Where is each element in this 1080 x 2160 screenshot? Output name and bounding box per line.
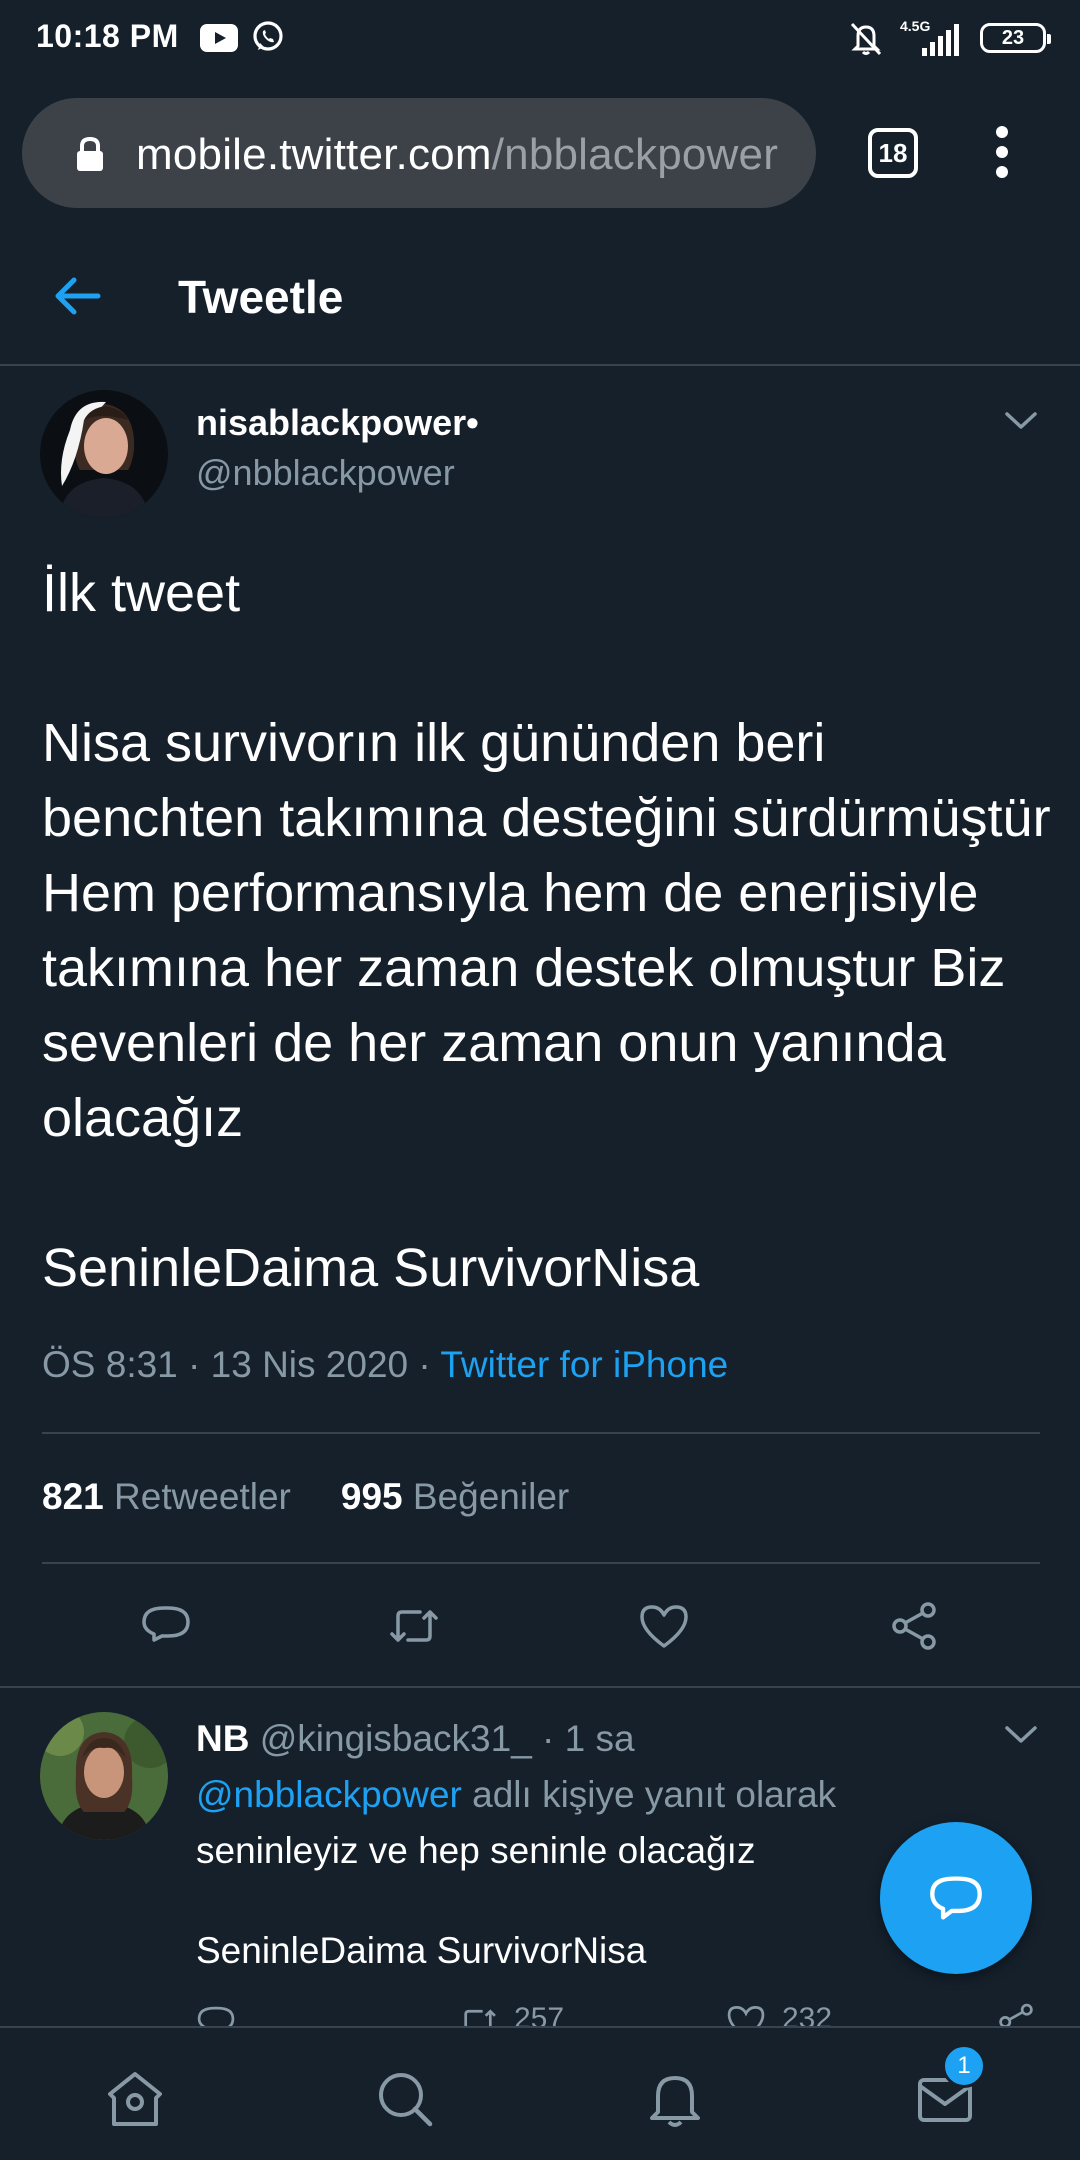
reply-retweet-count: 257: [514, 2002, 565, 2028]
messages-badge: 1: [942, 2044, 986, 2088]
divider: [0, 1686, 1080, 1688]
tab-switcher-button[interactable]: 18: [868, 128, 918, 178]
reply-like-count: 232: [782, 2002, 833, 2028]
divider: [42, 1562, 1040, 1564]
more-menu-icon[interactable]: [984, 124, 1020, 180]
status-icons: 4.5G 23: [846, 16, 1051, 60]
whatsapp-icon: [253, 21, 283, 51]
lock-icon: [77, 136, 103, 171]
reply-icon: [197, 2006, 235, 2028]
status-bar: 10:18 PM 4.5G 23: [0, 0, 1080, 76]
avatar-image: [40, 1712, 168, 1840]
replying-to: @nbblackpower adlı kişiye yanıt olarak: [196, 1774, 836, 1816]
page-header: Tweetle: [0, 226, 1080, 366]
tweet-stats: 821 Retweetler 995 Beğeniler: [42, 1476, 569, 1518]
author-handle[interactable]: @nbblackpower: [196, 452, 455, 494]
like-label: Beğeniler: [412, 1476, 570, 1517]
reply-actions: 257 232: [196, 2002, 1056, 2028]
bottom-nav: [0, 2026, 1080, 2160]
like-icon[interactable]: [638, 1600, 690, 1652]
page-title: Tweetle: [178, 271, 344, 323]
battery-level: 23: [1001, 26, 1025, 49]
status-time: 10:18 PM: [36, 18, 179, 54]
reply-to-suffix: adlı kişiye yanıt olarak: [461, 1774, 837, 1815]
youtube-icon: [200, 24, 238, 52]
notifications-icon[interactable]: [644, 2068, 706, 2130]
bell-off-icon: [850, 22, 882, 56]
retweet-label: Retweetler: [114, 1476, 291, 1517]
tweet-timestamp: ÖS 8:31 · 13 Nis 2020 · Twitter for iPho…: [42, 1344, 728, 1386]
reply-reply-action[interactable]: [196, 2002, 236, 2028]
compose-bubble-icon: [930, 1876, 982, 1920]
like-icon: [727, 2006, 765, 2028]
signal-icon: 4.5G: [900, 18, 966, 58]
avatar-image: [40, 390, 168, 518]
back-arrow-icon[interactable]: [52, 274, 102, 318]
tab-count: 18: [878, 137, 908, 168]
url-text[interactable]: mobile.twitter.com/nbblackpower: [136, 130, 808, 180]
url-path: /nbblackpower: [491, 130, 779, 179]
reply-retweet-action[interactable]: 257: [458, 2002, 564, 2028]
compose-tweet-button[interactable]: [880, 1822, 1032, 1974]
retweet-count: 821: [42, 1476, 104, 1517]
reply-avatar[interactable]: [40, 1712, 168, 1840]
battery-icon: 23: [980, 23, 1051, 53]
tweet-source-link[interactable]: Twitter for iPhone: [440, 1344, 728, 1385]
share-icon: [999, 2003, 1033, 2028]
search-icon[interactable]: [374, 2068, 436, 2130]
reply-author-name[interactable]: NB: [196, 1718, 249, 1759]
chevron-down-icon[interactable]: [1004, 1724, 1038, 1746]
reply-header: NB @kingisback31_ · 1 sa: [196, 1718, 635, 1760]
retweet-icon: [461, 2009, 496, 2028]
reply-like-action[interactable]: 232: [726, 2002, 832, 2028]
author-name[interactable]: nisablackpower•: [196, 402, 479, 444]
tweet-time-date: ÖS 8:31 · 13 Nis 2020 ·: [42, 1344, 441, 1385]
reply-icon[interactable]: [140, 1600, 192, 1652]
tweet-text: İlk tweet Nisa survivorın ilk gününden b…: [42, 563, 1051, 1298]
retweets-stat[interactable]: 821 Retweetler: [42, 1476, 291, 1517]
reply-share-action[interactable]: [996, 2002, 1036, 2028]
url-bar[interactable]: mobile.twitter.com/nbblackpower: [22, 98, 816, 208]
likes-stat[interactable]: 995 Beğeniler: [341, 1476, 569, 1517]
chevron-down-icon[interactable]: [1004, 410, 1038, 432]
divider: [42, 1432, 1040, 1434]
like-count: 995: [340, 1476, 403, 1517]
url-host: mobile.twitter.com: [136, 130, 492, 179]
reply-mention-link[interactable]: @nbblackpower: [196, 1774, 462, 1815]
home-icon[interactable]: [104, 2068, 166, 2130]
retweet-icon[interactable]: [388, 1600, 440, 1652]
reply-handle-time: @kingisback31_ · 1 sa: [259, 1718, 635, 1759]
share-icon[interactable]: [888, 1600, 940, 1652]
reply-text: seninleyiz ve hep seninle olacağız Senin…: [196, 1830, 756, 1971]
author-avatar[interactable]: [40, 390, 168, 518]
